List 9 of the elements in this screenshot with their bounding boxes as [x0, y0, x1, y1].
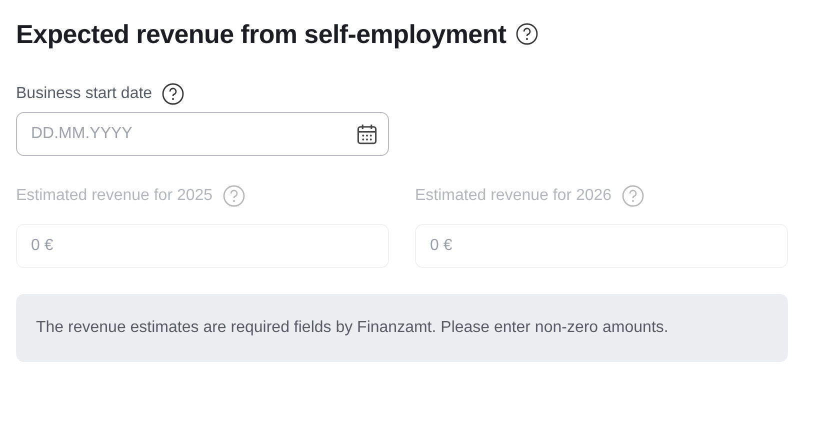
calendar-icon[interactable]	[356, 123, 378, 145]
field-label: Business start date	[16, 85, 152, 103]
help-icon[interactable]	[162, 83, 184, 105]
help-icon[interactable]	[516, 23, 538, 45]
section-title: Expected revenue from self-employment	[16, 18, 506, 50]
field-label: Estimated revenue for 2025	[16, 187, 213, 205]
info-note: The revenue estimates are required fields by Finanzamt. Please enter non-zero amounts.	[16, 294, 788, 362]
date-field[interactable]: DD.MM.YYYY	[16, 112, 389, 156]
field-label: Estimated revenue for 2026	[415, 187, 612, 205]
